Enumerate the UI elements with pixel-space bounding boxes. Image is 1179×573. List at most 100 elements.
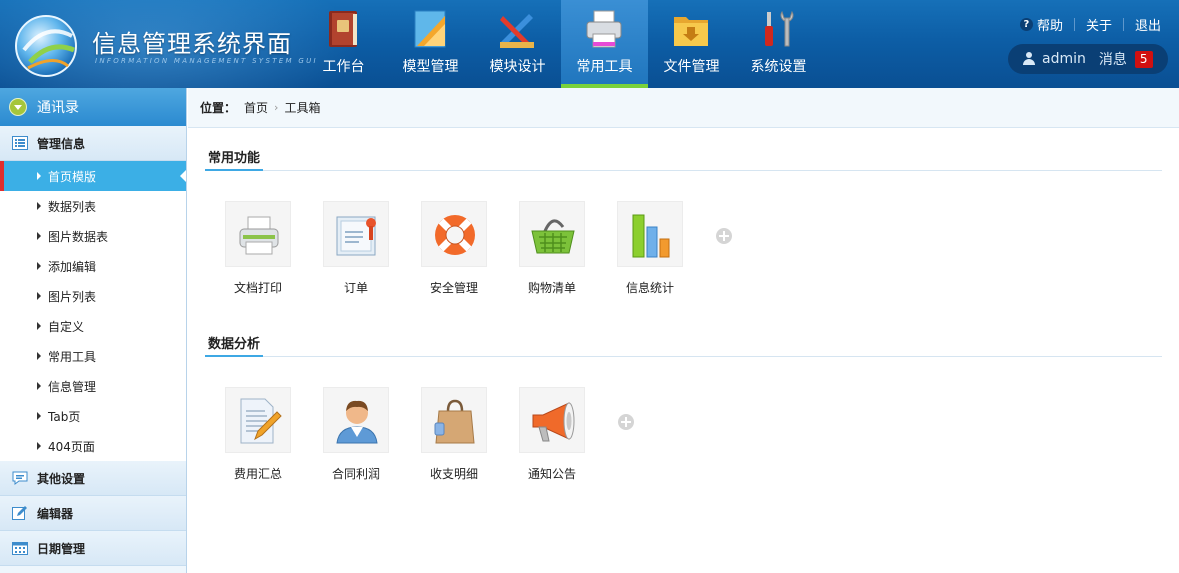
basket-icon bbox=[531, 219, 575, 254]
help-icon: ? bbox=[1019, 17, 1033, 31]
breadcrumb-prefix: 位置： bbox=[200, 101, 237, 115]
top-header: 信息管理系统界面 INFORMATION MANAGEMENT SYSTEM G… bbox=[0, 0, 1179, 88]
tile-label: 合同利润 bbox=[331, 467, 380, 481]
message-count-badge[interactable]: 5 bbox=[1134, 50, 1153, 68]
nav-label: 模型管理 bbox=[402, 59, 459, 75]
add-shortcut-button[interactable] bbox=[618, 414, 634, 430]
chat-icon bbox=[12, 471, 28, 485]
tile-label: 文档打印 bbox=[233, 281, 282, 295]
nav-item-workbench[interactable]: 工作台 bbox=[300, 0, 387, 88]
sidebar-group-other-settings[interactable]: 其他设置 bbox=[0, 461, 186, 496]
tile-security-management[interactable]: 安全管理 bbox=[405, 201, 503, 296]
tile-expense-summary[interactable]: 费用汇总 bbox=[209, 387, 307, 482]
tile-label: 信息统计 bbox=[625, 281, 674, 295]
caret-right-icon bbox=[37, 352, 41, 360]
breadcrumb-home-link[interactable]: 首页 bbox=[244, 99, 268, 116]
nav-item-model-management[interactable]: 模型管理 bbox=[387, 0, 474, 88]
sidebar-item-label: 常用工具 bbox=[48, 349, 97, 364]
tile-label: 安全管理 bbox=[429, 281, 478, 295]
sidebar-item-label: Tab页 bbox=[48, 409, 81, 424]
sidebar-group-management-info[interactable]: 管理信息 bbox=[0, 126, 186, 161]
design-tools-icon bbox=[500, 14, 534, 48]
tile-label: 收支明细 bbox=[429, 467, 478, 481]
printer-icon bbox=[239, 216, 279, 255]
chevron-down-icon bbox=[9, 98, 27, 116]
printer-icon bbox=[586, 10, 622, 48]
tile-income-expense-details[interactable]: 收支明细 bbox=[405, 387, 503, 482]
tile-contract-profit[interactable]: 合同利润 bbox=[307, 387, 405, 482]
tile-icon-box bbox=[519, 201, 585, 267]
sidebar-item-label: 404页面 bbox=[48, 439, 95, 454]
tile-icon-box bbox=[421, 387, 487, 453]
tile-order[interactable]: 订单 bbox=[307, 201, 405, 296]
tools-icon bbox=[765, 10, 794, 47]
about-link[interactable]: 关于 bbox=[1086, 15, 1112, 34]
caret-right-icon bbox=[37, 382, 41, 390]
nav-item-module-design[interactable]: 模块设计 bbox=[474, 0, 561, 88]
breadcrumb: 位置： 首页 › 工具箱 bbox=[188, 88, 1179, 128]
caret-right-icon bbox=[37, 412, 41, 420]
sidebar-item-home-template[interactable]: 首页模版 bbox=[0, 161, 186, 191]
tile-shopping-list[interactable]: 购物清单 bbox=[503, 201, 601, 296]
sidebar-item-label: 添加编辑 bbox=[48, 259, 97, 274]
megaphone-icon bbox=[532, 402, 575, 442]
sidebar-item-image-list[interactable]: 图片列表 bbox=[0, 281, 186, 311]
folder-icon bbox=[674, 17, 708, 46]
nav-label: 工作台 bbox=[322, 59, 365, 75]
certificate-icon bbox=[336, 216, 376, 256]
caret-right-icon bbox=[37, 292, 41, 300]
help-link[interactable]: 帮助 bbox=[1037, 15, 1063, 34]
add-shortcut-button[interactable] bbox=[716, 228, 732, 244]
nav-label: 常用工具 bbox=[576, 59, 633, 75]
nav-label: 系统设置 bbox=[750, 59, 807, 75]
sidebar-item-data-list[interactable]: 数据列表 bbox=[0, 191, 186, 221]
breadcrumb-current: 工具箱 bbox=[284, 101, 321, 115]
sidebar-item-404-page[interactable]: 404页面 bbox=[0, 431, 186, 461]
user-panel: admin 消息 5 bbox=[1008, 44, 1168, 74]
messages-link[interactable]: 消息 bbox=[1099, 49, 1127, 69]
nav-label: 文件管理 bbox=[663, 59, 720, 75]
sidebar-group-label: 编辑器 bbox=[37, 506, 74, 521]
sidebar-group-label: 管理信息 bbox=[37, 136, 86, 151]
sidebar-section-contacts[interactable]: 通讯录 bbox=[0, 88, 186, 126]
sidebar: 通讯录 管理信息 首页模版 数据列表 图片数据表 添加编辑 图片列表 自定义 常… bbox=[0, 88, 187, 573]
sidebar-item-label: 信息管理 bbox=[48, 379, 97, 394]
tile-label: 费用汇总 bbox=[233, 467, 282, 481]
sidebar-item-label: 图片列表 bbox=[48, 289, 97, 304]
sidebar-item-info-management[interactable]: 信息管理 bbox=[0, 371, 186, 401]
book-icon bbox=[329, 11, 357, 47]
sidebar-item-add-edit[interactable]: 添加编辑 bbox=[0, 251, 186, 281]
nav-item-common-tools[interactable]: 常用工具 bbox=[561, 0, 648, 88]
section-heading: 数据分析 bbox=[205, 333, 264, 357]
caret-right-icon bbox=[37, 442, 41, 450]
calendar-icon bbox=[12, 542, 28, 555]
nav-item-file-management[interactable]: 文件管理 bbox=[648, 0, 735, 88]
tile-icon-box bbox=[225, 387, 291, 453]
tile-label: 订单 bbox=[343, 281, 368, 295]
document-pencil-icon bbox=[240, 398, 282, 444]
username[interactable]: admin bbox=[1042, 51, 1086, 67]
sidebar-item-custom[interactable]: 自定义 bbox=[0, 311, 186, 341]
breadcrumb-separator-icon: › bbox=[274, 101, 279, 114]
tile-notice-announcement[interactable]: 通知公告 bbox=[503, 387, 601, 482]
tile-document-print[interactable]: 文档打印 bbox=[209, 201, 307, 296]
sidebar-group-editor[interactable]: 编辑器 bbox=[0, 496, 186, 531]
sidebar-item-label: 图片数据表 bbox=[48, 229, 109, 244]
shopping-bag-icon bbox=[434, 399, 475, 444]
globe-logo-icon bbox=[15, 15, 77, 77]
sidebar-item-tab-page[interactable]: Tab页 bbox=[0, 401, 186, 431]
tile-icon-box bbox=[323, 201, 389, 267]
sidebar-item-common-tools[interactable]: 常用工具 bbox=[0, 341, 186, 371]
section-title-common: 常用功能 bbox=[205, 147, 1162, 171]
tile-info-statistics[interactable]: 信息统计 bbox=[601, 201, 699, 296]
top-links: ? 帮助 关于 退出 bbox=[1019, 15, 1161, 34]
logout-link[interactable]: 退出 bbox=[1135, 15, 1161, 34]
sidebar-section-label: 通讯录 bbox=[37, 100, 79, 116]
sidebar-item-image-data-table[interactable]: 图片数据表 bbox=[0, 221, 186, 251]
nav-item-system-settings[interactable]: 系统设置 bbox=[735, 0, 822, 88]
tile-icon-box bbox=[323, 387, 389, 453]
sidebar-group-label: 日期管理 bbox=[37, 541, 86, 556]
bar-chart-icon bbox=[632, 214, 670, 258]
lifebuoy-icon bbox=[435, 215, 475, 255]
sidebar-group-date-management[interactable]: 日期管理 bbox=[0, 531, 186, 566]
